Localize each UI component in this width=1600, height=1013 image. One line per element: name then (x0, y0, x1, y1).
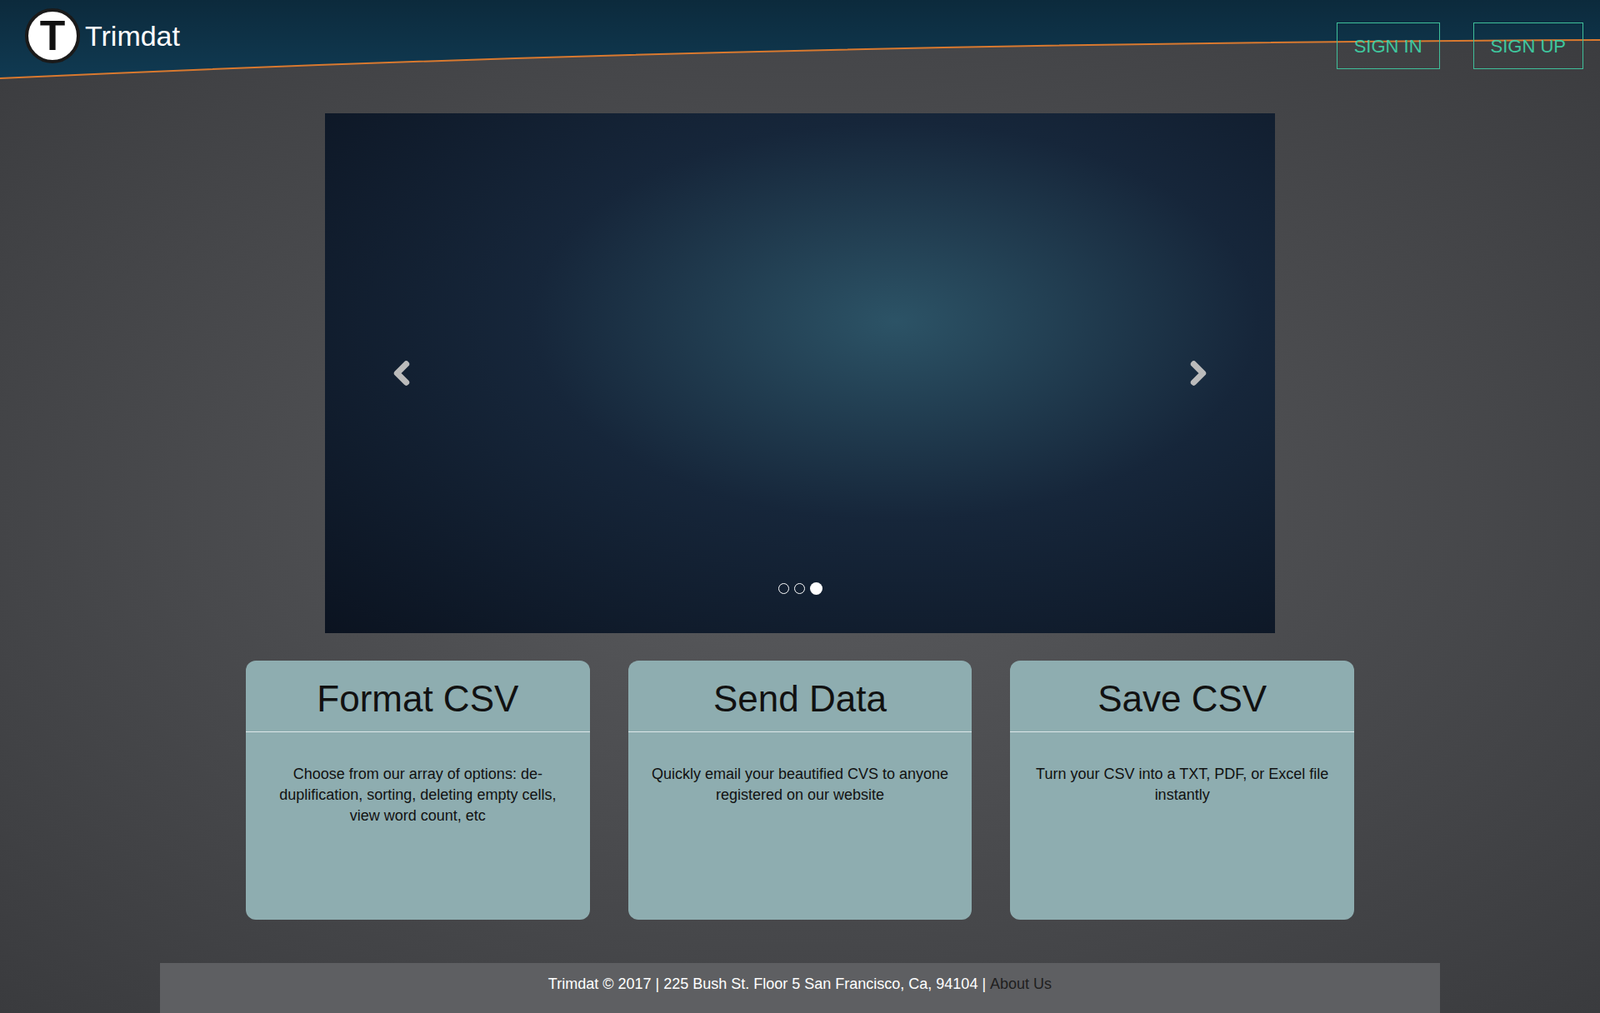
page: TTrimdat SIGN IN SIGN UP Format CSVChoose f… (0, 0, 1600, 1013)
carousel-dot[interactable] (794, 583, 805, 595)
feature-card: Format CSVChoose from our array of optio… (245, 660, 590, 920)
auth-button[interactable]: SIGN IN (1336, 22, 1440, 70)
carousel-next-button[interactable] (1180, 355, 1217, 392)
chevron-right-icon (1180, 355, 1217, 392)
card-body: Turn your CSV into a TXT, PDF, or Excel … (1010, 732, 1355, 806)
carousel-prev-button[interactable] (383, 355, 420, 392)
carousel-dot[interactable] (778, 583, 790, 595)
carousel (325, 113, 1275, 634)
card-title: Format CSV (245, 660, 590, 733)
footer: Trimdat © 2017 | 225 Bush St. Floor 5 Sa… (160, 963, 1440, 1013)
about-us-link[interactable]: About Us (990, 973, 1052, 1013)
logo-icon: T (25, 8, 80, 64)
carousel-indicators (325, 582, 1275, 595)
auth-button[interactable]: SIGN UP (1473, 22, 1584, 70)
card-body: Quickly email your beautified CVS to any… (628, 732, 973, 806)
brand[interactable]: TTrimdat (0, 0, 180, 64)
chevron-left-icon (383, 355, 420, 392)
auth-nav: SIGN IN SIGN UP (1336, 0, 1600, 70)
feature-card: Save CSVTurn your CSV into a TXT, PDF, o… (1010, 660, 1355, 920)
card-title: Send Data (628, 660, 973, 733)
feature-card: Send DataQuickly email your beautified C… (628, 660, 973, 920)
brand-name: Trimdat (85, 21, 180, 50)
carousel-dot[interactable] (810, 582, 823, 595)
feature-cards: Format CSVChoose from our array of optio… (245, 660, 1355, 920)
main: Format CSVChoose from our array of optio… (0, 79, 1600, 1013)
card-body: Choose from our array of options: de-dup… (245, 732, 590, 827)
footer-text: Trimdat © 2017 | 225 Bush St. Floor 5 Sa… (548, 973, 986, 1013)
header: TTrimdat SIGN IN SIGN UP (0, 0, 1600, 80)
card-title: Save CSV (1010, 660, 1355, 733)
